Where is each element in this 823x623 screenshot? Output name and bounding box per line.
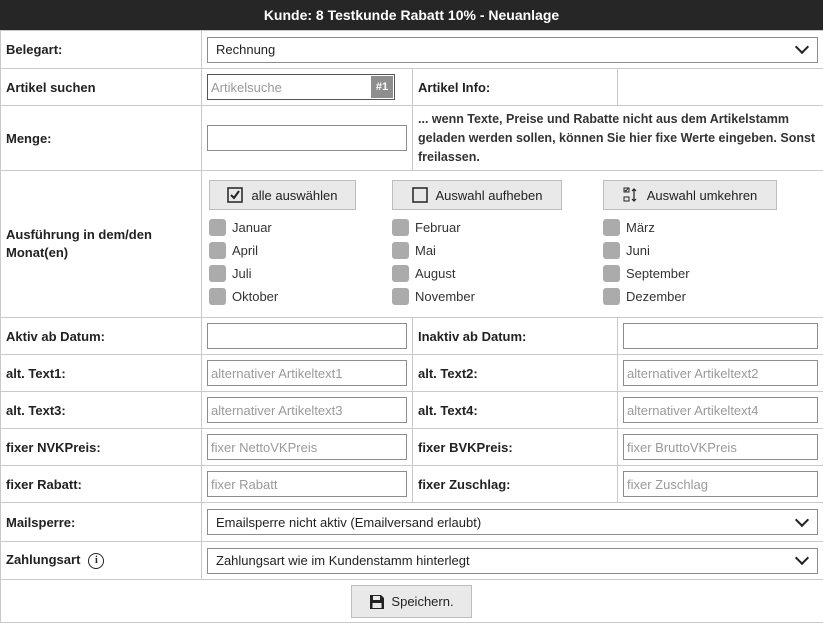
checkbox[interactable] (392, 288, 409, 305)
checkbox[interactable] (209, 265, 226, 282)
month-checkbox-februar[interactable]: Februar (392, 219, 461, 236)
checkbox-empty-icon (412, 187, 428, 203)
text3-input[interactable]: alternativer Artikeltext3 (207, 397, 407, 423)
text3-label: alt. Text3: (1, 392, 202, 429)
artikel-search-placeholder: Artikelsuche (208, 80, 371, 95)
month-label: Dezember (626, 289, 686, 304)
mailsperre-label: Mailsperre: (1, 503, 202, 542)
select-all-label: alle auswählen (251, 188, 337, 203)
chevron-down-icon (795, 40, 809, 54)
zahlungsart-select[interactable]: Zahlungsart wie im Kundenstamm hinterleg… (207, 548, 818, 574)
checkbox[interactable] (392, 265, 409, 282)
zahlungsart-value: Zahlungsart wie im Kundenstamm hinterleg… (216, 553, 470, 568)
month-checkbox-dezember[interactable]: Dezember (603, 288, 686, 305)
save-button[interactable]: Speichern. (351, 585, 472, 618)
month-label: Mai (415, 243, 436, 258)
zahlungsart-label-cell: Zahlungsart i (1, 542, 202, 580)
belegart-value: Rechnung (216, 42, 275, 57)
bvk-label: fixer BVKPreis: (413, 429, 618, 466)
inaktiv-ab-label: Inaktiv ab Datum: (413, 318, 618, 355)
rabatt-label: fixer Rabatt: (1, 466, 202, 503)
deselect-label: Auswahl aufheben (436, 188, 543, 203)
month-label: April (232, 243, 258, 258)
text4-input[interactable]: alternativer Artikeltext4 (623, 397, 818, 423)
invert-selection-button[interactable]: Auswahl umkehren (603, 180, 777, 210)
checkbox[interactable] (209, 288, 226, 305)
month-checkbox-mai[interactable]: Mai (392, 242, 436, 259)
zuschlag-label: fixer Zuschlag: (413, 466, 618, 503)
rabatt-input[interactable]: fixer Rabatt (207, 471, 407, 497)
month-checkbox-januar[interactable]: Januar (209, 219, 272, 236)
artikel-info-value (618, 69, 823, 106)
chevron-down-icon (795, 551, 809, 565)
text1-input[interactable]: alternativer Artikeltext1 (207, 360, 407, 386)
month-checkbox-juni[interactable]: Juni (603, 242, 650, 259)
month-checkbox-september[interactable]: September (603, 265, 690, 282)
mailsperre-select[interactable]: Emailsperre nicht aktiv (Emailversand er… (207, 509, 818, 535)
checkbox[interactable] (392, 219, 409, 236)
month-label: Februar (415, 220, 461, 235)
customer-article-form: Kunde: 8 Testkunde Rabatt 10% - Neuanlag… (0, 0, 823, 622)
text2-label: alt. Text2: (413, 355, 618, 392)
select-all-button[interactable]: alle auswählen (209, 180, 356, 210)
invert-selection-label: Auswahl umkehren (647, 188, 758, 203)
inaktiv-ab-input[interactable] (623, 323, 818, 349)
month-label: November (415, 289, 475, 304)
save-label: Speichern. (391, 594, 453, 609)
chevron-down-icon (795, 512, 809, 526)
menge-input[interactable] (207, 125, 407, 151)
month-selector: alle auswählen Auswahl aufheben (202, 171, 823, 316)
month-checkbox-april[interactable]: April (209, 242, 258, 259)
form-table: Belegart: Rechnung Artikel suchen Artike… (0, 30, 823, 623)
artikel-search-badge[interactable]: #1 (371, 76, 393, 98)
menge-hint: ... wenn Texte, Preise und Rabatte nicht… (413, 106, 823, 171)
checkbox[interactable] (603, 219, 620, 236)
page-title: Kunde: 8 Testkunde Rabatt 10% - Neuanlag… (0, 0, 823, 30)
mailsperre-value: Emailsperre nicht aktiv (Emailversand er… (216, 515, 481, 530)
aktiv-ab-input[interactable] (207, 323, 407, 349)
checkbox-checked-icon (227, 187, 243, 203)
nvk-input[interactable]: fixer NettoVKPreis (207, 434, 407, 460)
zuschlag-input[interactable]: fixer Zuschlag (623, 471, 818, 497)
aktiv-ab-label: Aktiv ab Datum: (1, 318, 202, 355)
month-label: August (415, 266, 455, 281)
menge-label: Menge: (1, 106, 202, 171)
month-label: September (626, 266, 690, 281)
deselect-button[interactable]: Auswahl aufheben (392, 180, 562, 210)
month-label: Juni (626, 243, 650, 258)
checkbox[interactable] (603, 288, 620, 305)
floppy-disk-icon (369, 594, 385, 610)
month-label: Juli (232, 266, 252, 281)
artikel-search-label: Artikel suchen (1, 69, 202, 106)
month-checkbox-august[interactable]: August (392, 265, 455, 282)
belegart-label: Belegart: (1, 31, 202, 69)
checkbox[interactable] (209, 219, 226, 236)
month-label: März (626, 220, 655, 235)
month-checkbox-november[interactable]: November (392, 288, 475, 305)
checkbox[interactable] (209, 242, 226, 259)
checkbox[interactable] (603, 242, 620, 259)
invert-selection-icon (623, 187, 639, 203)
text2-input[interactable]: alternativer Artikeltext2 (623, 360, 818, 386)
bvk-input[interactable]: fixer BruttoVKPreis (623, 434, 818, 460)
nvk-label: fixer NVKPreis: (1, 429, 202, 466)
ausfuehrung-label: Ausführung in dem/den Monat(en) (1, 171, 202, 318)
text4-label: alt. Text4: (413, 392, 618, 429)
belegart-select[interactable]: Rechnung (207, 37, 818, 63)
zahlungsart-label: Zahlungsart (6, 552, 80, 567)
text1-label: alt. Text1: (1, 355, 202, 392)
month-checkbox-juli[interactable]: Juli (209, 265, 252, 282)
info-icon[interactable]: i (88, 553, 104, 569)
checkbox[interactable] (392, 242, 409, 259)
checkbox[interactable] (603, 265, 620, 282)
artikel-search-input[interactable]: Artikelsuche #1 (207, 74, 395, 100)
month-checkbox-oktober[interactable]: Oktober (209, 288, 278, 305)
month-label: Januar (232, 220, 272, 235)
month-label: Oktober (232, 289, 278, 304)
artikel-info-label: Artikel Info: (413, 69, 618, 106)
month-checkbox-maerz[interactable]: März (603, 219, 655, 236)
